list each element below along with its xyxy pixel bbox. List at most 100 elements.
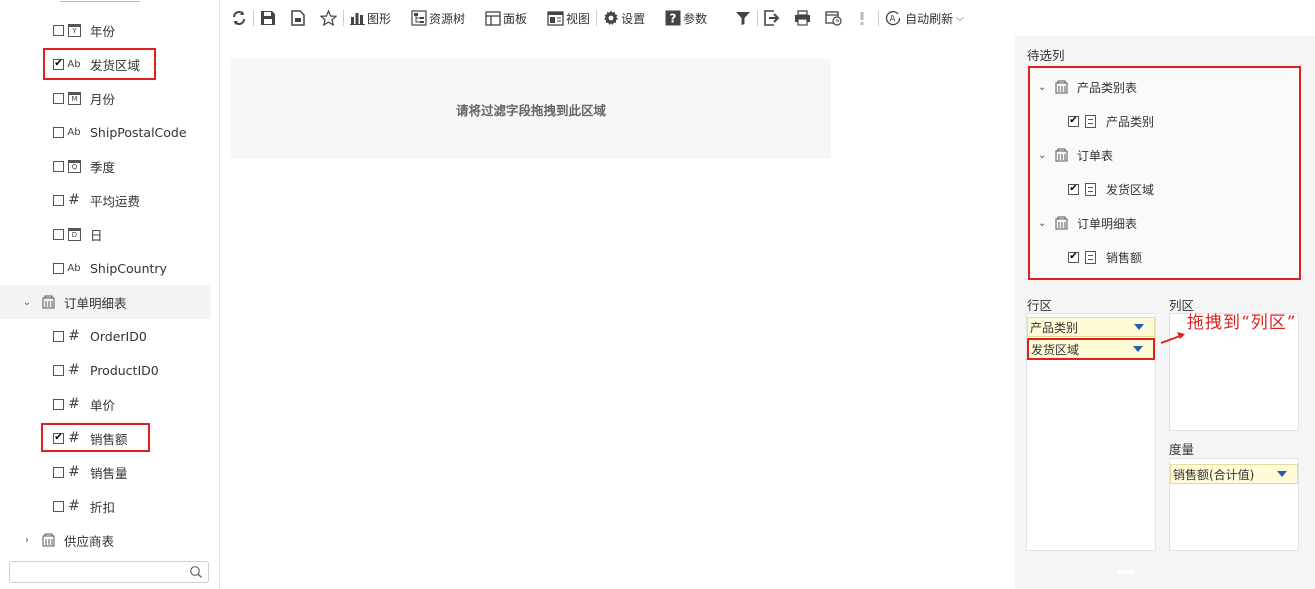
field-item-product-id0[interactable]: # ProductID0 [0, 353, 211, 387]
checkbox[interactable] [53, 228, 64, 240]
field-item-month[interactable]: M 月份 [0, 81, 211, 115]
checkbox[interactable] [53, 500, 64, 512]
view-icon [547, 10, 564, 26]
field-item-ship-country[interactable]: Ab ShipCountry [0, 251, 211, 285]
print-button[interactable] [794, 0, 811, 36]
table-icon [42, 533, 55, 547]
scroll-indicator [1118, 570, 1134, 574]
table-node-order-detail[interactable]: ⌄ 订单明细表 [0, 285, 211, 319]
dropdown-triangle-icon[interactable] [1134, 324, 1144, 330]
candidate-table-label: 产品类别表 [1077, 80, 1138, 95]
calendar-month-icon: M [68, 91, 81, 105]
table-node-supplier[interactable]: › 供应商表 [0, 523, 211, 557]
filter-button[interactable] [735, 0, 751, 36]
chevron-down-icon[interactable]: ⌄ [22, 297, 32, 308]
save-as-button[interactable] [290, 0, 306, 36]
chevron-right-icon[interactable]: › [22, 535, 32, 546]
favorite-button[interactable] [320, 0, 337, 36]
candidate-field-sales-amount[interactable]: ✔ 销售额 [1068, 240, 1142, 274]
checkbox[interactable] [53, 330, 64, 342]
table-icon [1055, 148, 1068, 162]
measure-zone[interactable]: 销售额(合计值) [1169, 458, 1299, 551]
checkbox[interactable] [53, 126, 64, 138]
checkbox[interactable] [53, 160, 64, 172]
row-pill-ship-region[interactable]: 发货区域 [1027, 338, 1155, 360]
field-item-avg-freight[interactable]: # 平均运费 [0, 183, 211, 217]
checkbox[interactable] [53, 398, 64, 410]
params-button[interactable]: ? 参数 [665, 0, 707, 36]
params-label: 参数 [683, 11, 708, 26]
svg-text:A: A [890, 15, 897, 25]
field-item-sales-qty[interactable]: # 销售量 [0, 455, 211, 489]
search-icon[interactable] [189, 565, 203, 579]
candidate-table-label: 订单明细表 [1077, 216, 1138, 231]
field-label: ShipPostalCode [90, 124, 187, 140]
auto-refresh-label: 自动刷新 [905, 11, 954, 26]
checkbox-checked[interactable]: ✔ [1068, 251, 1079, 263]
refresh-button[interactable] [231, 0, 247, 36]
view-button[interactable]: 视图 [547, 0, 590, 36]
settings-label: 设置 [621, 11, 646, 26]
toolbar-divider [757, 10, 759, 26]
field-tree-panel: Y 年份 ✔ Ab 发货区域 M 月份 Ab ShipPostalCode Q … [0, 0, 220, 589]
chevron-down-icon[interactable]: ⌄ [1038, 218, 1048, 229]
field-item-order-id0[interactable]: # OrderID0 [0, 319, 211, 353]
candidate-field-ship-region[interactable]: ✔ 发货区域 [1068, 172, 1154, 206]
candidate-field-product-category[interactable]: ✔ 产品类别 [1068, 104, 1154, 138]
document-icon [1085, 250, 1096, 264]
row-zone[interactable]: 产品类别 发货区域 [1026, 313, 1156, 551]
settings-button[interactable]: 设置 [603, 0, 645, 36]
candidate-table-product-category[interactable]: ⌄ 产品类别表 [1038, 70, 1137, 104]
checkbox[interactable] [53, 194, 64, 206]
warning-button[interactable] [858, 0, 866, 36]
candidate-columns-list: ⌄ 产品类别表 ✔ 产品类别 ⌄ 订单表 ✔ 发货区域 ⌄ 订单明细表 ✔ 销售… [1028, 66, 1301, 280]
chevron-down-icon[interactable]: ⌄ [1038, 82, 1048, 93]
dropdown-triangle-icon[interactable] [1133, 346, 1143, 352]
field-item-quarter[interactable]: Q 季度 [0, 149, 211, 183]
number-type-icon: # [68, 498, 80, 514]
clipped-row-top [60, 0, 140, 2]
field-item-day[interactable]: D 日 [0, 217, 211, 251]
dropdown-triangle-icon[interactable] [1277, 471, 1287, 477]
field-label: ShipCountry [90, 260, 167, 276]
candidate-table-order-detail[interactable]: ⌄ 订单明细表 [1038, 206, 1137, 240]
checkbox[interactable] [53, 262, 64, 274]
schedule-button[interactable] [825, 0, 842, 36]
calendar-year-icon: Y [68, 23, 81, 37]
checkbox[interactable] [53, 364, 64, 376]
field-search-input[interactable] [9, 561, 209, 583]
candidate-field-label: 发货区域 [1106, 182, 1155, 197]
number-type-icon: # [68, 464, 80, 480]
checkbox-checked[interactable]: ✔ [1068, 183, 1079, 195]
panel-button[interactable]: 面板 [485, 0, 527, 36]
filter-drop-zone[interactable]: 请将过滤字段拖拽到此区域 [231, 59, 831, 159]
auto-refresh-icon: A [885, 11, 901, 26]
measure-pill-sales-amount[interactable]: 销售额(合计值) [1170, 464, 1298, 484]
export-button[interactable] [764, 0, 780, 36]
view-label: 视图 [566, 11, 591, 26]
save-button[interactable] [260, 0, 276, 36]
print-icon [795, 10, 811, 26]
chevron-down-icon[interactable]: ⌄ [1038, 150, 1048, 161]
checkbox[interactable] [53, 466, 64, 478]
exclamation-icon [860, 12, 864, 25]
field-item-ship-postal-code[interactable]: Ab ShipPostalCode [0, 115, 211, 149]
field-item-unit-price[interactable]: # 单价 [0, 387, 211, 421]
checkbox[interactable] [53, 24, 64, 36]
field-label: 销售量 [90, 465, 128, 481]
field-item-discount[interactable]: # 折扣 [0, 489, 211, 523]
table-label: 供应商表 [64, 533, 115, 549]
table-icon [1055, 80, 1068, 94]
checkbox-checked[interactable]: ✔ [1068, 115, 1079, 127]
checkbox[interactable] [53, 92, 64, 104]
row-pill-product-category[interactable]: 产品类别 [1027, 317, 1155, 337]
graph-button[interactable]: 图形 [350, 0, 391, 36]
row-zone-title: 行区 [1027, 298, 1053, 313]
auto-refresh-toggle[interactable]: A 自动刷新 ⌵ [885, 0, 964, 36]
export-icon [764, 10, 780, 26]
candidate-table-orders[interactable]: ⌄ 订单表 [1038, 138, 1113, 172]
table-icon [42, 295, 55, 309]
field-item-year[interactable]: Y 年份 [0, 13, 211, 47]
resource-tree-button[interactable]: 资源树 [411, 0, 465, 36]
panel-icon [485, 10, 501, 26]
